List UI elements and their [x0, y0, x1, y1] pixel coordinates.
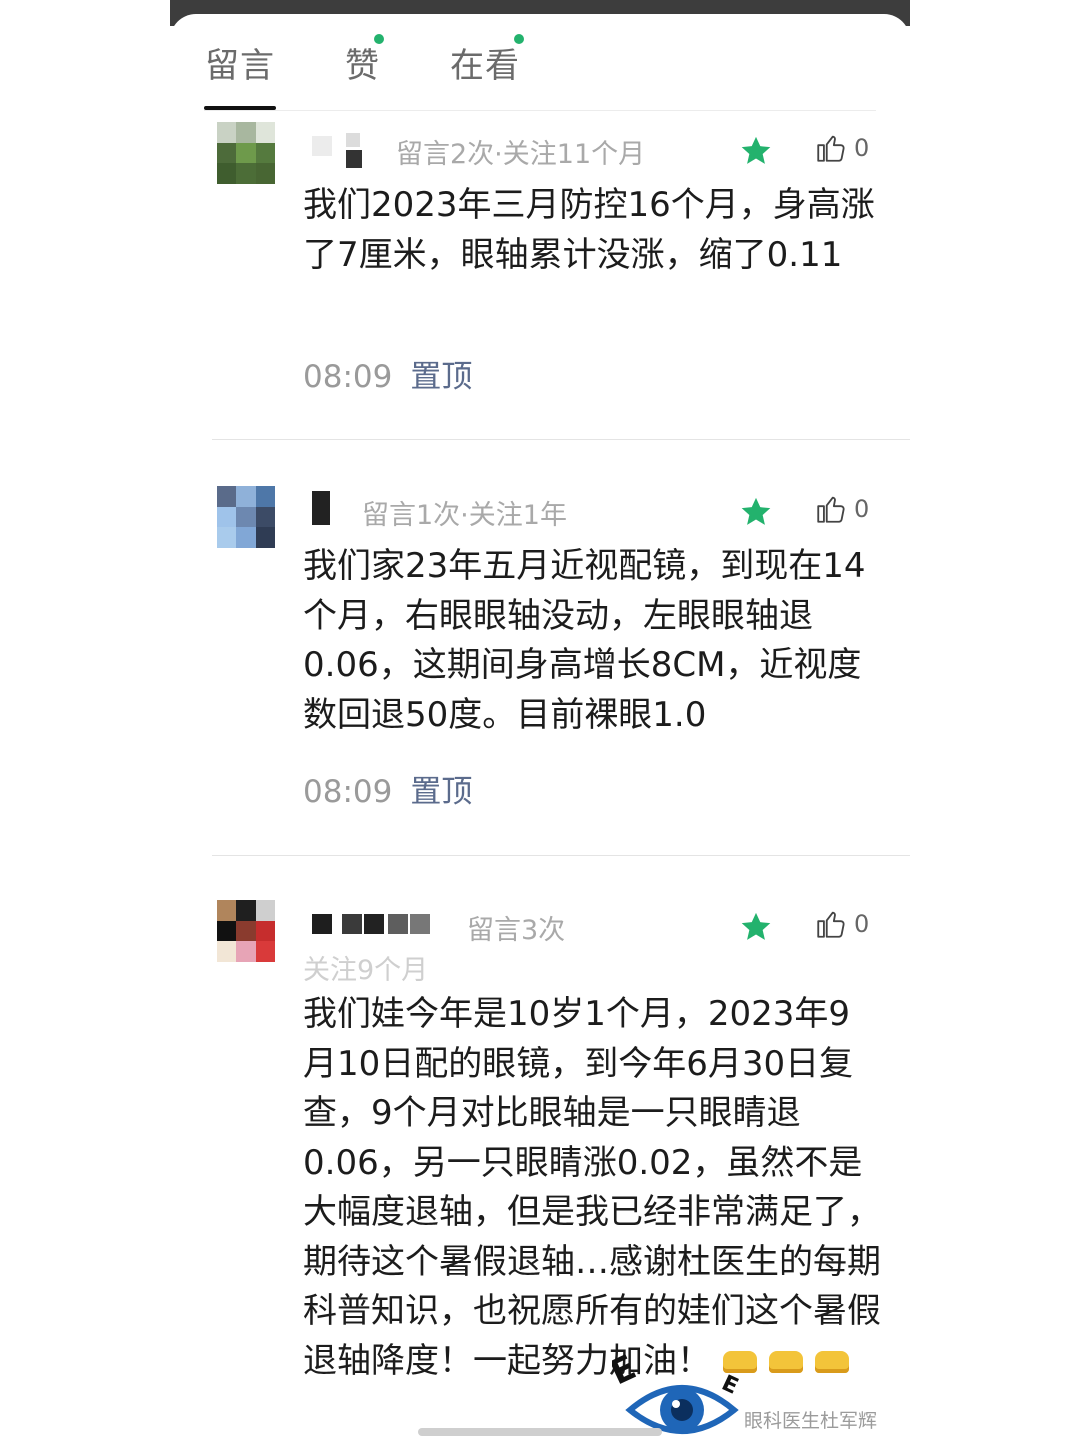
comment-time: 08:09 [303, 774, 393, 810]
tab-comments[interactable]: 留言 [205, 38, 275, 88]
tab-watching-label: 在看 [450, 46, 520, 86]
comment-divider [212, 439, 910, 440]
thumb-up-icon [817, 496, 845, 523]
comment-meta: 留言2次·关注11个月 [396, 139, 646, 170]
comment-footer: 08:09 置顶 [303, 351, 472, 396]
comment-meta: 留言1次·关注1年 [362, 500, 567, 531]
tab-bar: 留言 赞 在看 [205, 34, 590, 88]
comment-footer: 08:09 置顶 [303, 766, 472, 811]
like-button[interactable]: 0 [814, 492, 869, 526]
like-button[interactable]: 0 [814, 131, 869, 165]
username-pixelated[interactable] [312, 128, 362, 168]
new-badge-dot [374, 34, 384, 44]
like-count: 0 [854, 134, 870, 162]
tabs-divider [204, 110, 876, 111]
comment-text: 我们家23年五月近视配镜，到现在14个月，右眼眼轴没动，左眼眼轴退0.06，这期… [303, 546, 866, 735]
avatar[interactable] [217, 486, 275, 548]
tab-likes-label: 赞 [345, 46, 380, 86]
clapping-emoji-icon [815, 1351, 849, 1373]
comment-divider [212, 855, 910, 856]
comment-text: 我们2023年三月防控16个月，身高涨了7厘米，眼轴累计没涨，缩了0.11 [303, 185, 875, 275]
svg-text:E: E [718, 1371, 742, 1400]
avatar[interactable] [217, 900, 275, 962]
scroll-indicator[interactable] [418, 1428, 662, 1436]
comment-meta: 留言3次 [467, 915, 566, 946]
comment-time: 08:09 [303, 359, 393, 395]
like-count: 0 [854, 495, 870, 523]
like-count: 0 [854, 910, 870, 938]
avatar[interactable] [217, 122, 275, 184]
eye-logo-icon: E E [612, 1347, 742, 1434]
comment-text-body: 我们娃今年是10岁1个月，2023年9月10日配的眼镜，到今年6月30日复查，9… [303, 994, 881, 1381]
clapping-emoji-icon [769, 1351, 803, 1373]
watermark-text: 眼科医生杜军辉 [744, 1410, 878, 1432]
username-pixelated[interactable] [312, 490, 330, 526]
tab-watching[interactable]: 在看 [450, 34, 524, 88]
username-pixelated[interactable] [312, 906, 430, 942]
comment-meta-follow: 关注9个月 [303, 955, 429, 986]
thumb-up-icon [817, 135, 845, 162]
star-icon[interactable] [739, 910, 773, 944]
new-badge-dot [514, 34, 524, 44]
star-icon[interactable] [739, 134, 773, 168]
comment-text: 我们娃今年是10岁1个月，2023年9月10日配的眼镜，到今年6月30日复查，9… [303, 990, 883, 1420]
thumb-up-icon [817, 911, 845, 938]
tab-likes[interactable]: 赞 [345, 34, 384, 88]
star-icon[interactable] [739, 495, 773, 529]
pin-button[interactable]: 置顶 [410, 359, 472, 395]
like-button[interactable]: 0 [814, 907, 869, 941]
svg-text:E: E [612, 1347, 642, 1393]
tab-comments-label: 留言 [205, 46, 275, 86]
pin-button[interactable]: 置顶 [410, 774, 472, 810]
